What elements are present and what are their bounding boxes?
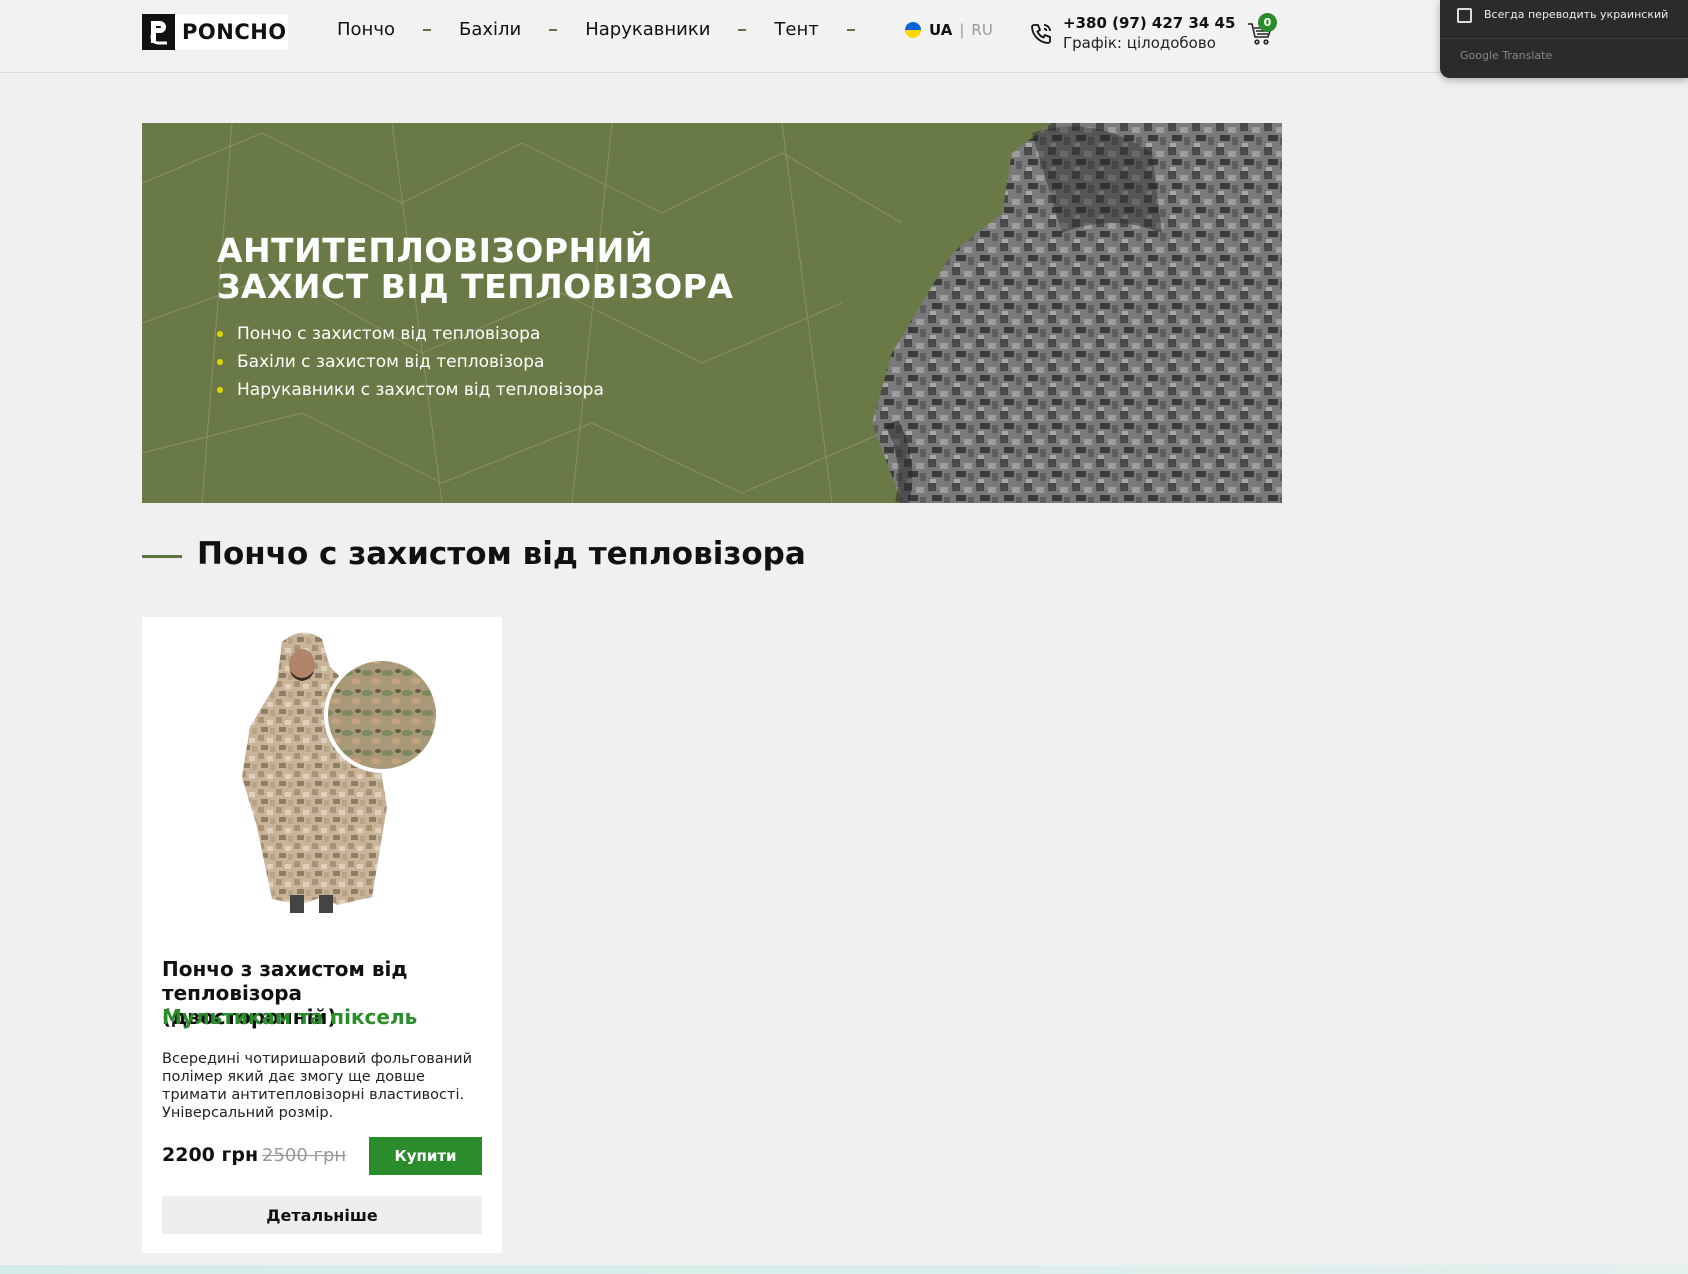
lang-ru-link[interactable]: RU (971, 21, 992, 39)
banner-feature-item: Нарукавники с захистом від тепловізора (217, 376, 604, 404)
schedule-text: Графік: цілодобово (1063, 34, 1216, 52)
nav-item-poncho[interactable]: Пончо (337, 19, 395, 40)
nav-item-bakhily[interactable]: Бахіли (459, 19, 521, 40)
bullet-icon (217, 331, 223, 337)
always-translate-label[interactable]: Всегда переводить украинский (1484, 8, 1668, 21)
ukraine-flag-icon (905, 22, 921, 38)
site-header: PONCHO Пончо Бахіли Нарукавники Тент UA … (0, 0, 1688, 73)
bullet-icon (217, 387, 223, 393)
banner-feature-item: Пончо с захистом від тепловізора (217, 320, 604, 348)
details-button[interactable]: Детальніше (162, 1196, 482, 1234)
logo[interactable]: PONCHO (142, 14, 288, 50)
nav-separator (846, 28, 855, 31)
nav-separator (549, 28, 558, 31)
always-translate-checkbox[interactable] (1457, 8, 1472, 23)
language-switcher: UA | RU (905, 21, 993, 39)
phone-number[interactable]: +380 (97) 427 34 45 (1063, 14, 1235, 32)
bottom-strip (0, 1265, 1688, 1274)
banner-feature-item: Бахіли с захистом від тепловізора (217, 348, 604, 376)
poncho-model-image (872, 123, 1282, 503)
nav-separator (738, 28, 747, 31)
buy-button[interactable]: Купити (369, 1137, 482, 1175)
banner-feature-list: Пончо с захистом від тепловізора Бахіли … (217, 320, 604, 404)
logo-text: PONCHO (182, 20, 287, 44)
banner-feature-text: Пончо с захистом від тепловізора (237, 324, 541, 344)
section-accent-line (142, 555, 182, 558)
product-card: Пончо з захистом від тепловізора (двосто… (142, 617, 502, 1253)
nav-item-narukavnyky[interactable]: Нарукавники (585, 19, 710, 40)
nav-item-tent[interactable]: Тент (774, 19, 818, 40)
product-subtitle: Мультикам та піксель (162, 1005, 418, 1029)
banner-title-line1: АНТИТЕПЛОВІЗОРНИЙ (217, 231, 653, 270)
product-description: Всередині чотиришаровий фольгований полі… (162, 1051, 473, 1121)
logo-icon (142, 14, 175, 50)
section-title: Пончо с захистом від тепловізора (197, 536, 806, 572)
banner-title: АНТИТЕПЛОВІЗОРНИЙ ЗАХИСТ ВІД ТЕПЛОВІЗОРА (217, 233, 733, 305)
banner-feature-text: Бахіли с захистом від тепловізора (237, 352, 545, 372)
translate-popup: Всегда переводить украинский Google Tran… (1440, 0, 1688, 78)
lang-ua-link[interactable]: UA (929, 21, 952, 39)
nav-separator (422, 28, 431, 31)
phone-icon[interactable] (1029, 22, 1053, 46)
banner-feature-text: Нарукавники с захистом від тепловізора (237, 380, 604, 400)
lang-separator: | (959, 21, 965, 39)
main-nav: Пончо Бахіли Нарукавники Тент (337, 19, 883, 40)
product-image[interactable] (222, 627, 447, 927)
translate-brand: Google Translate (1460, 49, 1553, 62)
product-price: 2200 грн (162, 1144, 259, 1166)
product-old-price: 2500 грн (262, 1145, 347, 1166)
bullet-icon (217, 359, 223, 365)
cart-count-badge: 0 (1258, 13, 1277, 32)
banner-title-line2: ЗАХИСТ ВІД ТЕПЛОВІЗОРА (217, 267, 734, 306)
hero-banner: АНТИТЕПЛОВІЗОРНИЙ ЗАХИСТ ВІД ТЕПЛОВІЗОРА… (142, 123, 1282, 503)
divider (1440, 38, 1688, 39)
